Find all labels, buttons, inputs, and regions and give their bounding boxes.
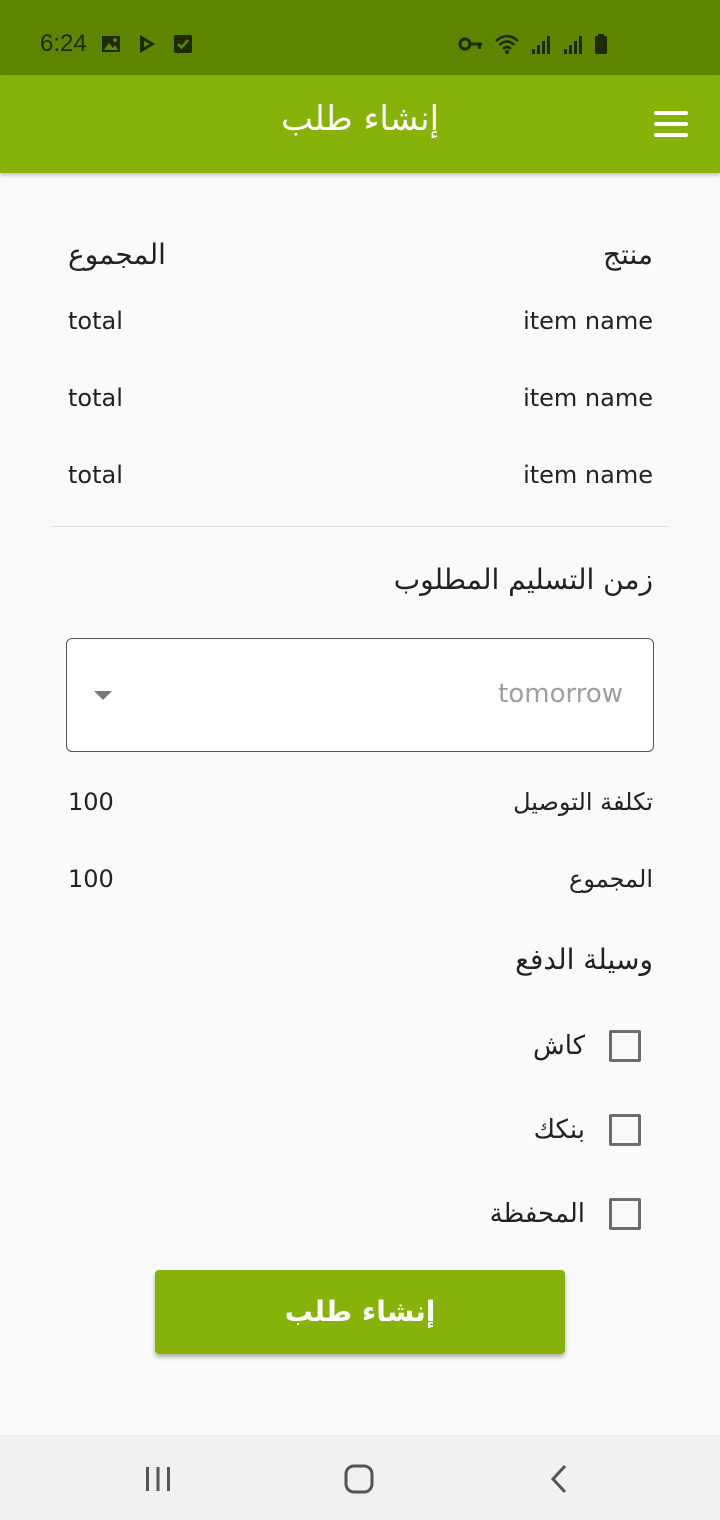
checkbox[interactable] [609,1198,641,1230]
item-name: item name [523,307,653,335]
system-nav-bar [0,1435,720,1520]
item-total: total [68,461,123,489]
status-icons-left [100,33,194,55]
wifi-icon [495,34,519,54]
status-icons-right [458,33,608,55]
payment-option-label: المحفظة [489,1199,585,1229]
table-row: item name total [68,461,653,501]
recent-apps-icon[interactable] [138,1459,178,1499]
create-order-form: منتج المجموع item name total item name t… [0,173,720,1435]
payment-option-bankak[interactable]: بنكك [534,1110,641,1150]
signal-icon [532,36,550,54]
column-header-product: منتج [603,238,653,271]
delivery-cost-row: تكلفة التوصيل 100 [68,788,653,828]
app-bar: إنشاء طلب [0,75,720,173]
payment-option-wallet[interactable]: المحفظة [490,1194,641,1234]
item-name: item name [523,384,653,412]
image-icon [102,36,120,52]
dropdown-arrow-icon [94,691,112,700]
delivery-time-selected: tomorrow [498,679,623,709]
payment-option-label: كاش [532,1031,585,1061]
table-header: منتج المجموع [68,238,653,282]
checkbox[interactable] [609,1114,641,1146]
delivery-cost-label: تكلفة التوصيل [513,788,653,816]
delivery-cost-value: 100 [68,788,114,816]
checkbox[interactable] [609,1030,641,1062]
home-icon[interactable] [339,1459,379,1499]
payment-option-label: بنكك [533,1115,585,1145]
grand-total-row: المجموع 100 [68,865,653,905]
item-name: item name [523,461,653,489]
item-total: total [68,307,123,335]
vpn-key-icon [458,37,482,51]
checkbox-notification-icon [174,35,192,53]
payment-method-label: وسيلة الدفع [515,943,653,976]
signal-icon [564,36,582,54]
grand-total-value: 100 [68,865,114,893]
item-total: total [68,384,123,412]
back-icon[interactable] [540,1459,580,1499]
payment-option-cash[interactable]: كاش [533,1026,641,1066]
hamburger-menu-icon[interactable] [654,111,688,137]
delivery-time-label: زمن التسليم المطلوب [393,563,653,596]
grand-total-label: المجموع [569,865,653,893]
delivery-time-dropdown[interactable]: tomorrow [66,638,654,752]
play-store-icon [140,35,155,53]
status-bar: 6:24 [0,0,720,75]
table-row: item name total [68,307,653,347]
divider [52,526,668,527]
create-order-button[interactable]: إنشاء طلب [155,1270,565,1354]
column-header-total: المجموع [68,238,166,271]
page-title: إنشاء طلب [280,99,440,139]
table-row: item name total [68,384,653,424]
battery-icon [595,34,607,54]
status-time: 6:24 [40,30,87,57]
